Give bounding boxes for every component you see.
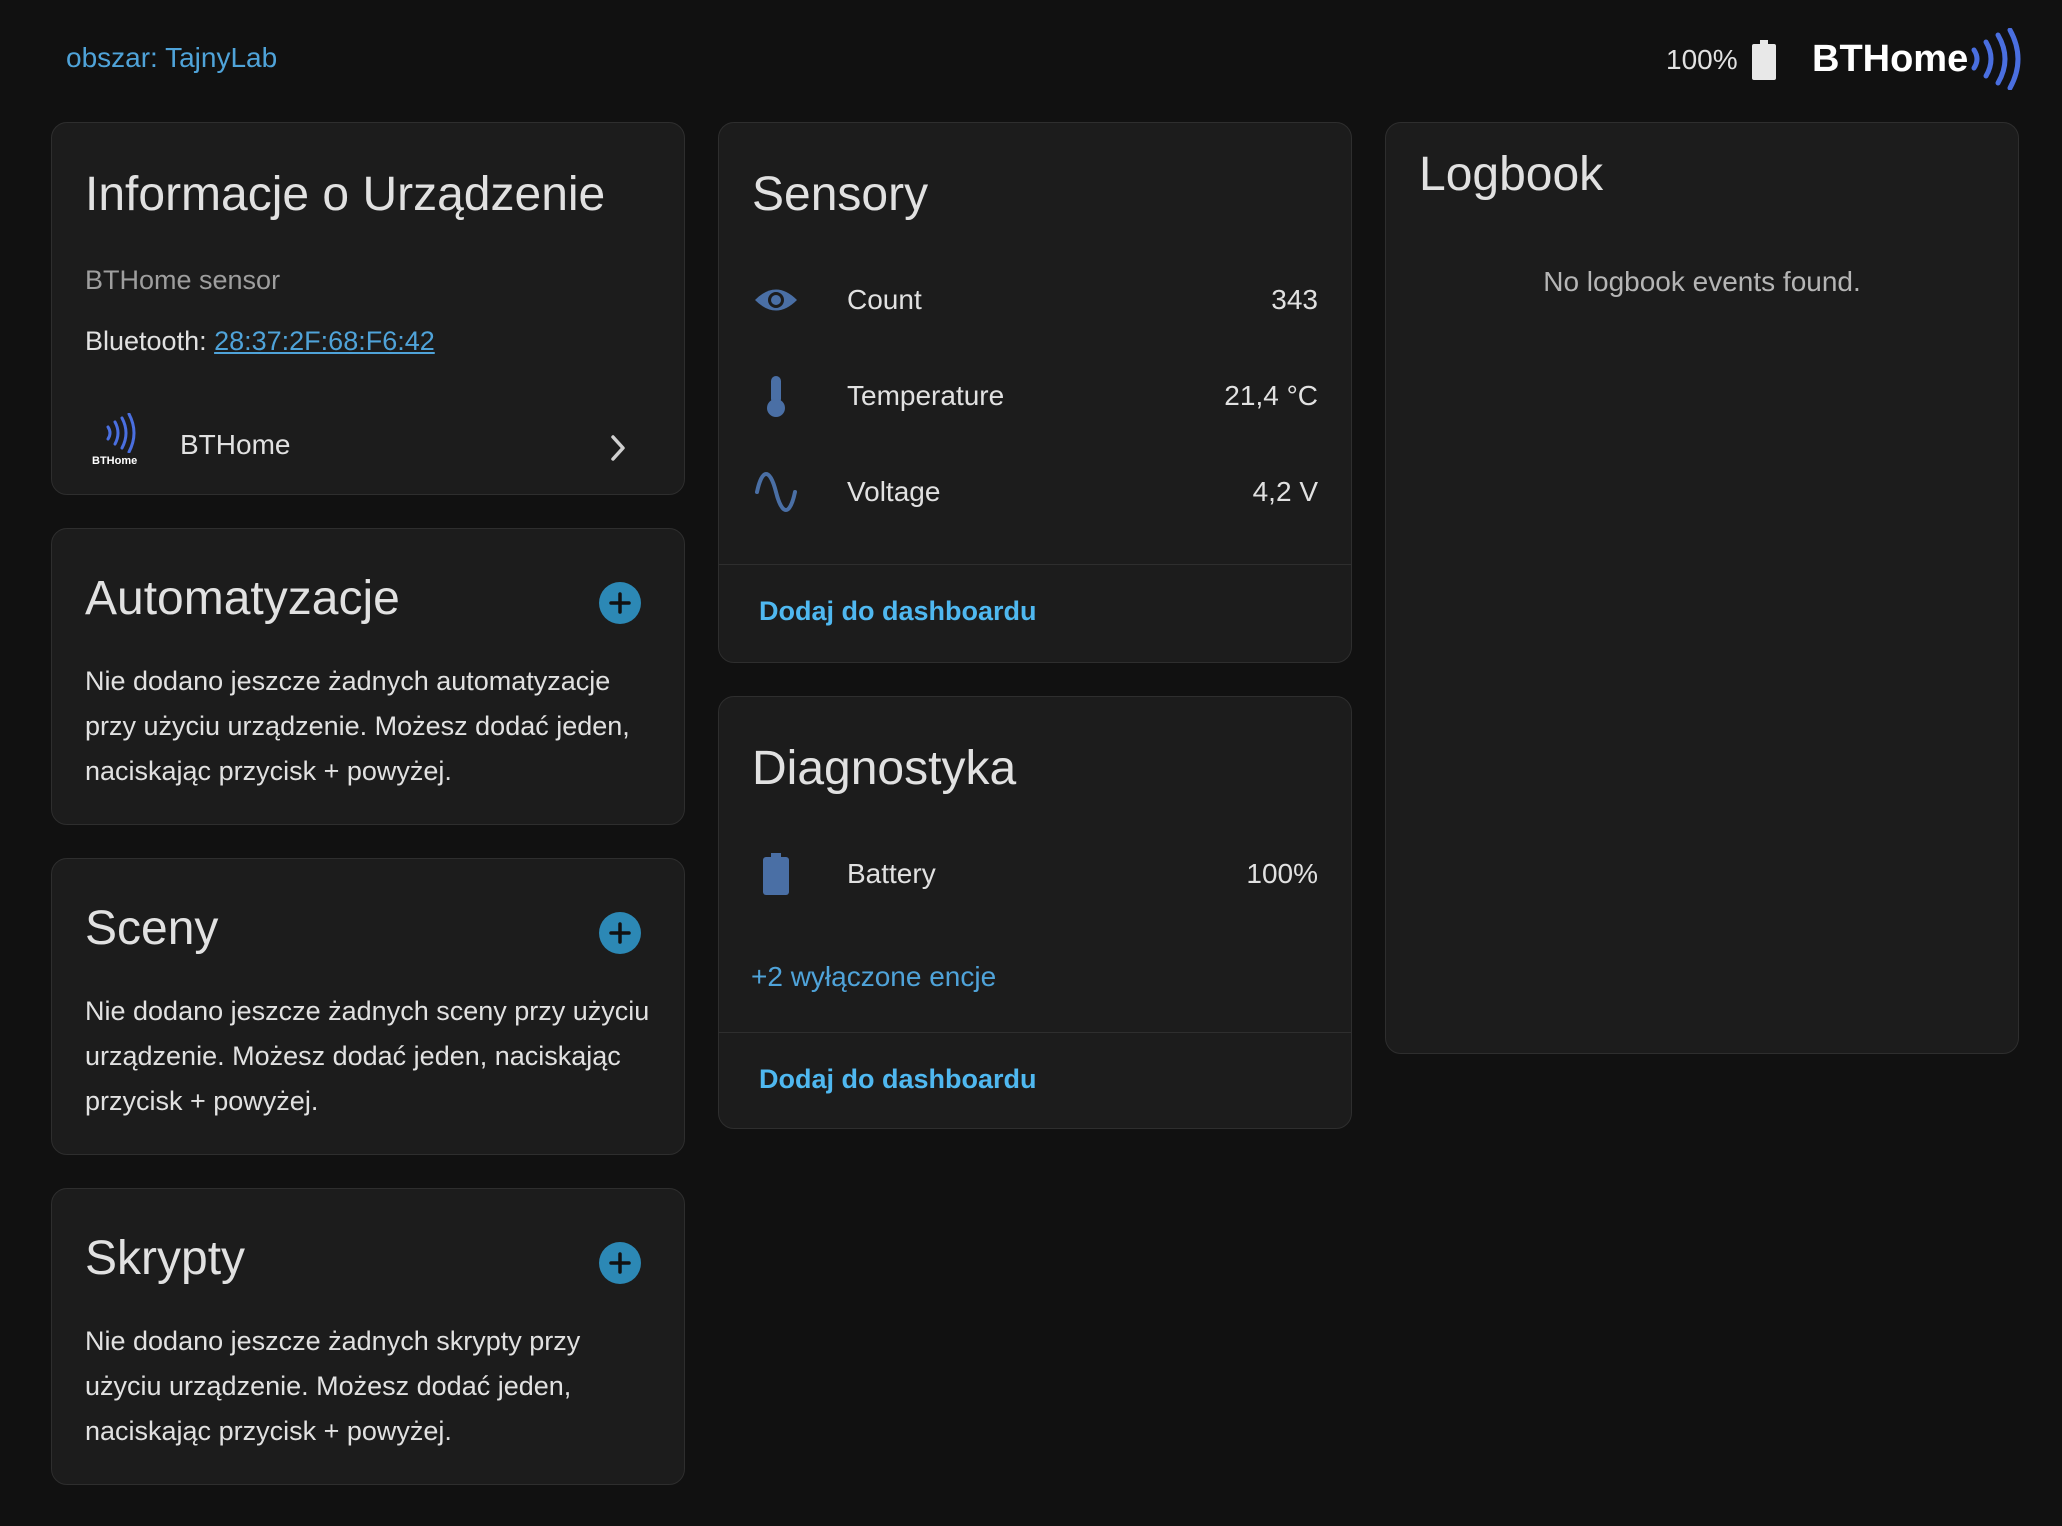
sensors-title: Sensory: [752, 168, 929, 221]
scenes-empty-text: Nie dodano jeszcze żadnych sceny przy uż…: [85, 996, 650, 1116]
integration-name: BTHome: [180, 429, 291, 460]
diagnostics-title: Diagnostyka: [752, 742, 1017, 795]
automations-card: Automatyzacje Nie dodano jeszcze żadnych…: [51, 528, 685, 825]
scenes-title: Sceny: [85, 902, 219, 955]
sensor-value: 343: [1271, 284, 1318, 315]
thermometer-icon: [751, 371, 801, 421]
add-to-dashboard-button[interactable]: Dodaj do dashboardu: [759, 596, 1037, 627]
plus-icon: [609, 922, 631, 944]
logbook-card: Logbook No logbook events found.: [1385, 122, 2019, 1054]
top-bar: obszar: TajnyLab 100% BTHome: [0, 0, 2062, 118]
device-info-card: Informacje o Urządzenie BTHome sensor Bl…: [51, 122, 685, 495]
sensor-value: 21,4 °C: [1224, 380, 1318, 411]
scenes-card: Sceny Nie dodano jeszcze żadnych sceny p…: [51, 858, 685, 1155]
sensor-value: 4,2 V: [1252, 476, 1318, 507]
plus-icon: [609, 592, 631, 614]
diagnostic-label: Battery: [847, 858, 936, 889]
area-link[interactable]: obszar: TajnyLab: [66, 42, 277, 74]
plus-icon: [609, 1252, 631, 1274]
battery-status: 100%: [1666, 40, 1776, 80]
sine-wave-icon: [751, 467, 801, 517]
diagnostic-row-battery[interactable]: Battery 100%: [719, 844, 1351, 904]
sensor-label: Count: [847, 284, 922, 315]
sensor-label: Voltage: [847, 476, 941, 507]
add-scene-button[interactable]: [599, 912, 641, 954]
bluetooth-label: Bluetooth:: [85, 326, 215, 356]
add-to-dashboard-button[interactable]: Dodaj do dashboardu: [759, 1064, 1037, 1095]
sensor-row-voltage[interactable]: Voltage 4,2 V: [719, 462, 1351, 522]
sensors-card: Sensory Count 343 Temperature 21,4 °C Vo…: [718, 122, 1352, 663]
card-divider: [719, 1032, 1351, 1033]
automations-empty-text: Nie dodano jeszcze żadnych automatyzacje…: [85, 666, 630, 786]
logbook-empty-text: No logbook events found.: [1543, 266, 1861, 297]
bthome-logo: BTHome: [1812, 28, 2026, 90]
scripts-card: Skrypty Nie dodano jeszcze żadnych skryp…: [51, 1188, 685, 1485]
diagnostics-card: Diagnostyka Battery 100% +2 wyłączone en…: [718, 696, 1352, 1129]
bluetooth-line: Bluetooth: 28:37:2F:68:F6:42: [85, 326, 435, 357]
diagnostic-value: 100%: [1246, 858, 1318, 889]
battery-icon: [751, 849, 801, 899]
bthome-small-waves-icon: [106, 413, 136, 453]
scripts-empty-text: Nie dodano jeszcze żadnych skrypty przy …: [85, 1326, 581, 1446]
scripts-title: Skrypty: [85, 1232, 246, 1285]
sensor-row-temperature[interactable]: Temperature 21,4 °C: [719, 366, 1351, 426]
bthome-integration-logo: BTHome: [90, 413, 150, 477]
add-automation-button[interactable]: [599, 582, 641, 624]
sensor-row-count[interactable]: Count 343: [719, 270, 1351, 330]
device-info-title: Informacje o Urządzenie: [85, 168, 606, 221]
logbook-title: Logbook: [1419, 148, 1604, 201]
bthome-logo-text: BTHome: [92, 455, 138, 467]
integration-row[interactable]: BTHome BTHome: [52, 413, 684, 483]
bluetooth-mac-link[interactable]: 28:37:2F:68:F6:42: [214, 326, 435, 356]
disabled-entities-link[interactable]: +2 wyłączone encje: [751, 961, 996, 993]
battery-percent-label: 100%: [1666, 44, 1738, 75]
bthome-waves-icon: [1971, 28, 2021, 90]
eye-icon: [751, 275, 801, 325]
device-model: BTHome sensor: [85, 265, 281, 295]
chevron-right-icon: [611, 435, 625, 461]
sensor-label: Temperature: [847, 380, 1005, 411]
add-script-button[interactable]: [599, 1242, 641, 1284]
battery-full-icon: [1751, 40, 1776, 80]
brand-text: BTHome: [1812, 37, 1969, 80]
card-divider: [719, 564, 1351, 565]
automations-title: Automatyzacje: [85, 572, 400, 625]
